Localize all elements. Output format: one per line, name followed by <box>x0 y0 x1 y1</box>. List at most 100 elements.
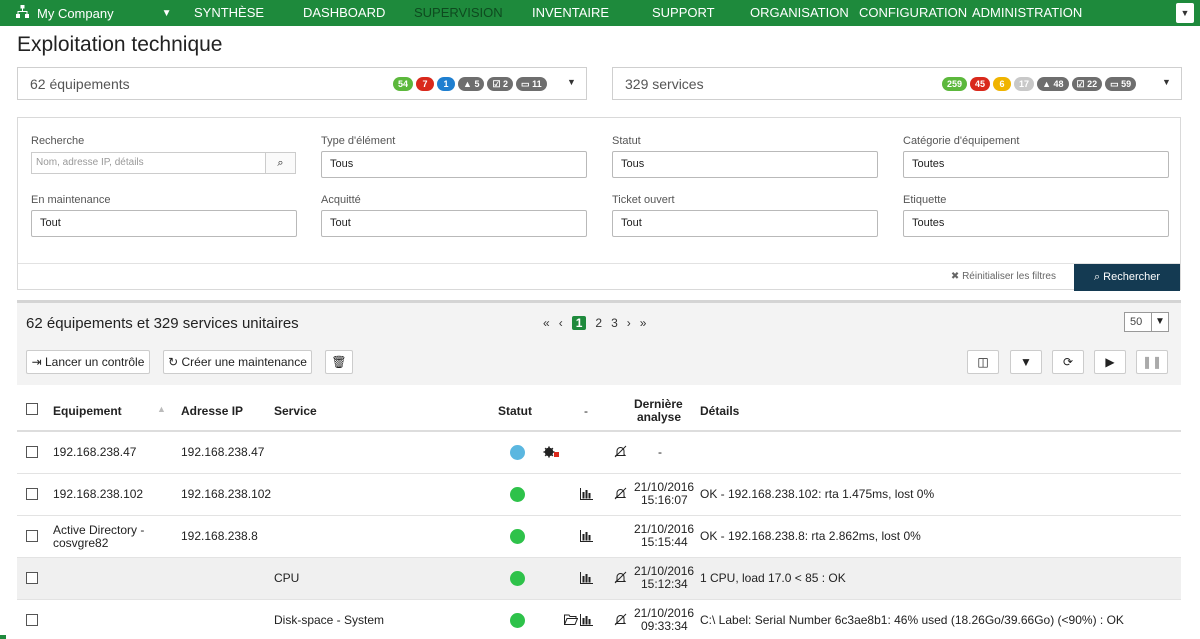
page-title: Exploitation technique <box>17 33 223 56</box>
ticket-select[interactable]: Tout <box>612 210 878 237</box>
page-2[interactable]: 2 <box>595 316 602 330</box>
last-analysis-time: 15:15:44 <box>641 535 688 549</box>
next-page-icon[interactable]: › <box>627 316 631 330</box>
search-input[interactable]: Nom, adresse IP, détails <box>31 152 266 174</box>
nav-organisation[interactable]: ORGANISATION <box>750 0 849 26</box>
last-page-icon[interactable]: » <box>640 316 647 330</box>
badge-critical[interactable]: 45 <box>970 77 991 91</box>
category-select[interactable]: Toutes <box>903 151 1169 178</box>
table-row[interactable]: Disk-space - System 21/10/2016 09:33:34 … <box>17 600 1181 639</box>
col-service[interactable]: Service <box>274 404 317 418</box>
badge-warning-count[interactable]: ▲ 5 <box>458 77 485 91</box>
page-size-select[interactable]: 50 ▼ <box>1124 312 1169 332</box>
equipment-name: 192.168.238.102 <box>53 487 144 501</box>
nav-inventaire[interactable]: INVENTAIRE <box>532 0 609 26</box>
gear-icon[interactable] <box>543 445 561 459</box>
badge-warning-count[interactable]: ▲ 48 <box>1037 77 1069 91</box>
badge-folder-count[interactable]: ▭ 59 <box>1105 77 1137 91</box>
folder-icon[interactable] <box>564 614 578 625</box>
chart-icon[interactable] <box>580 530 593 542</box>
table-row[interactable]: CPU 21/10/2016 15:12:34 1 CPU, load 17.0… <box>17 558 1181 600</box>
results-panel: 62 équipements et 329 services unitaires… <box>17 300 1181 639</box>
row-checkbox[interactable] <box>26 614 38 626</box>
columns-button[interactable]: ◫ <box>967 350 999 374</box>
search-submit-button[interactable]: ⌕ Rechercher <box>1074 264 1180 291</box>
row-checkbox[interactable] <box>26 488 38 500</box>
table-row[interactable]: 192.168.238.47 192.168.238.47 - <box>17 432 1181 474</box>
top-nav-bar: My Company ▼ SYNTHÈSE DASHBOARD SUPERVIS… <box>0 0 1200 26</box>
ack-select[interactable]: Tout <box>321 210 587 237</box>
col-last-analysis-line1[interactable]: Dernière <box>634 397 683 411</box>
nav-support[interactable]: SUPPORT <box>652 0 715 26</box>
bell-slash-icon[interactable] <box>614 445 627 458</box>
service-name: CPU <box>274 571 300 585</box>
col-last-analysis-line2[interactable]: analyse <box>637 410 681 424</box>
status-dot <box>510 571 525 586</box>
service-summary[interactable]: 329 services 259 45 6 17 ▲ 48 ☑ 22 ▭ 59 … <box>612 67 1182 100</box>
maintenance-select[interactable]: Tout <box>31 210 297 237</box>
page-1[interactable]: 1 <box>571 316 587 330</box>
refresh-button[interactable]: ⟳ <box>1052 350 1084 374</box>
chevron-down-icon[interactable]: ▼ <box>567 77 576 87</box>
col-status[interactable]: Statut <box>498 404 532 418</box>
nav-administration[interactable]: ADMINISTRATION <box>972 0 1082 26</box>
delete-button[interactable]: 🗑 <box>325 350 353 374</box>
equipment-summary[interactable]: 62 équipements 54 7 1 ▲ 5 ☑ 2 ▭ 11 ▼ <box>17 67 587 100</box>
bell-slash-icon[interactable] <box>614 487 627 500</box>
create-maintenance-button[interactable]: ↻ Créer une maintenance <box>163 350 312 374</box>
nav-supervision[interactable]: SUPERVISION <box>414 0 503 26</box>
table-row[interactable]: Active Directory - cosvgre82 192.168.238… <box>17 516 1181 558</box>
play-button[interactable]: ▶ <box>1094 350 1126 374</box>
company-name: My Company <box>37 5 114 21</box>
maintenance-label: En maintenance <box>31 194 111 206</box>
filter-button[interactable]: ▼ <box>1010 350 1042 374</box>
table-row[interactable]: 192.168.238.102 192.168.238.102 21/10/20… <box>17 474 1181 516</box>
reset-filters-link[interactable]: ✖ Réinitialiser les filtres <box>951 271 1056 282</box>
badge-ack-count[interactable]: ☑ 2 <box>487 77 514 91</box>
category-label: Catégorie d'équipement <box>903 135 1020 147</box>
user-menu-button[interactable]: ▼ <box>1176 3 1194 23</box>
prev-page-icon[interactable]: ‹ <box>559 316 563 330</box>
row-checkbox[interactable] <box>26 446 38 458</box>
bell-slash-icon[interactable] <box>614 613 627 626</box>
search-button[interactable]: ⌕ <box>265 152 296 174</box>
row-checkbox[interactable] <box>26 530 38 542</box>
page-3[interactable]: 3 <box>611 316 618 330</box>
type-select[interactable]: Tous <box>321 151 587 178</box>
tag-select[interactable]: Toutes <box>903 210 1169 237</box>
nav-configuration[interactable]: CONFIGURATION <box>859 0 967 26</box>
last-analysis-time: 15:16:07 <box>641 493 688 507</box>
status-select[interactable]: Tous <box>612 151 878 178</box>
badge-ok[interactable]: 259 <box>942 77 968 91</box>
company-selector[interactable]: My Company ▼ <box>16 0 171 26</box>
col-ip[interactable]: Adresse IP <box>181 404 243 418</box>
chevron-down-icon[interactable]: ▼ <box>1162 77 1171 87</box>
bell-slash-icon[interactable] <box>614 571 627 584</box>
nav-dashboard[interactable]: DASHBOARD <box>303 0 385 26</box>
badge-ack-count[interactable]: ☑ 22 <box>1071 77 1103 91</box>
sign-in-icon: ⇥ <box>31 355 45 369</box>
first-page-icon[interactable]: « <box>543 316 550 330</box>
badge-warning[interactable]: 6 <box>993 77 1012 91</box>
warning-icon: ▲ <box>1042 79 1054 89</box>
badge-unknown[interactable]: 1 <box>437 77 456 91</box>
launch-check-button[interactable]: ⇥ Lancer un contrôle <box>26 350 150 374</box>
row-checkbox[interactable] <box>26 572 38 584</box>
service-badges: 259 45 6 17 ▲ 48 ☑ 22 ▭ 59 <box>942 77 1137 91</box>
col-equipment[interactable]: Equipement <box>53 404 122 418</box>
chart-icon[interactable] <box>580 572 593 584</box>
badge-critical[interactable]: 7 <box>416 77 435 91</box>
chart-icon[interactable] <box>580 614 593 626</box>
filter-icon: ▼ <box>1020 355 1032 369</box>
pause-button[interactable]: ❚❚ <box>1136 350 1168 374</box>
badge-unknown[interactable]: 17 <box>1014 77 1035 91</box>
sort-asc-icon[interactable]: ▲ <box>157 404 166 414</box>
chart-icon[interactable] <box>580 488 593 500</box>
status-dot <box>510 445 525 460</box>
select-all-checkbox[interactable] <box>26 403 38 415</box>
badge-ok[interactable]: 54 <box>393 77 414 91</box>
badge-folder-count[interactable]: ▭ 11 <box>516 77 547 91</box>
nav-synthese[interactable]: SYNTHÈSE <box>194 0 264 26</box>
col-details[interactable]: Détails <box>700 404 739 418</box>
last-analysis-time: 15:12:34 <box>641 577 688 591</box>
